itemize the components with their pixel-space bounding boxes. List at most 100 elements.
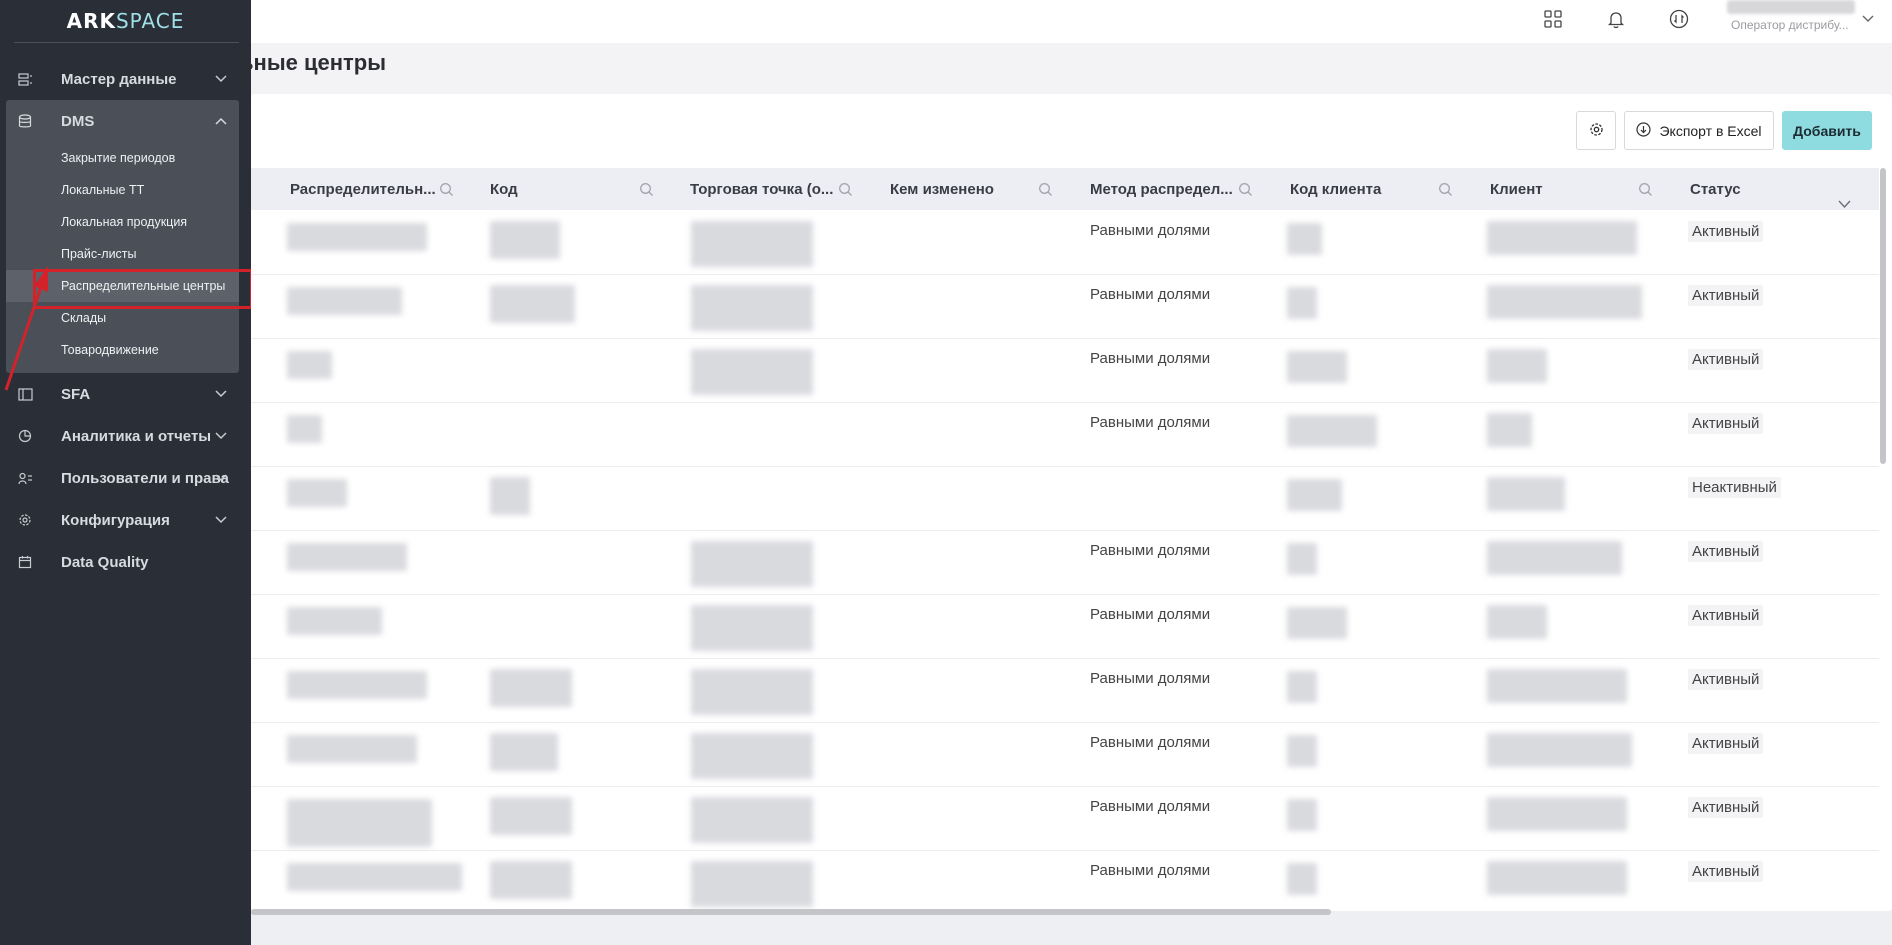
client-redacted <box>1487 861 1627 895</box>
distribution-center-redacted <box>287 735 417 763</box>
outlet-redacted <box>691 605 813 651</box>
column-header-status[interactable]: Статус <box>1690 168 1741 210</box>
sidebar-item-analytics[interactable]: Аналитика и отчеты <box>0 415 251 457</box>
gear-icon <box>17 512 33 528</box>
status-badge: Активный <box>1688 861 1764 882</box>
outlet-redacted <box>691 669 813 715</box>
table-row[interactable]: Равными долями Активный <box>251 339 1879 403</box>
search-icon[interactable] <box>1638 168 1653 210</box>
client-code-redacted <box>1287 415 1377 447</box>
page-bottom <box>251 911 1892 945</box>
column-header-label: Торговая точка (о... <box>690 180 834 198</box>
table-settings-button[interactable] <box>1576 111 1616 150</box>
vertical-scrollbar[interactable] <box>1880 168 1886 464</box>
column-header-label: Метод распредел... <box>1090 180 1233 198</box>
sidebar-item-configuration[interactable]: Конфигурация <box>0 499 251 541</box>
client-code-redacted <box>1287 863 1317 895</box>
database-icon <box>17 113 33 129</box>
sidebar-item-label: Пользователи и права <box>61 469 229 487</box>
distribution-center-redacted <box>287 415 322 443</box>
table-row[interactable]: Равными долями Активный <box>251 211 1879 275</box>
annotation-arrow-icon <box>4 266 48 391</box>
distribution-method-cell: Равными долями <box>1090 222 1211 239</box>
column-header-distribution-center[interactable]: Распределительн... <box>290 168 436 210</box>
column-header-changed-by[interactable]: Кем изменено <box>890 168 994 210</box>
distribution-method-cell: Равными долями <box>1090 670 1211 687</box>
sidebar-item-master-data[interactable]: Мастер данные <box>0 58 251 100</box>
chevron-down-icon <box>213 428 229 444</box>
chevron-down-icon <box>213 71 229 87</box>
search-icon[interactable] <box>1438 168 1453 210</box>
apps-grid-icon[interactable] <box>1542 8 1564 30</box>
status-badge: Активный <box>1688 669 1764 690</box>
table-row[interactable]: Равными долями Активный <box>251 531 1879 595</box>
submenu-item-local-outlets[interactable]: Локальные ТТ <box>6 174 239 206</box>
chevron-down-icon[interactable] <box>1862 10 1874 28</box>
sidebar-item-label: Конфигурация <box>61 511 170 529</box>
sidebar-item-dms[interactable]: DMS <box>6 100 239 142</box>
distribution-method-cell: Равными долями <box>1090 350 1211 367</box>
column-header-label: Кем изменено <box>890 180 994 198</box>
user-name-redacted[interactable] <box>1727 0 1855 14</box>
client-redacted <box>1487 413 1532 447</box>
app-logo[interactable]: ARK SPACE <box>0 0 251 42</box>
table-row[interactable]: Равными долями Активный <box>251 723 1879 787</box>
column-header-client-code[interactable]: Код клиента <box>1290 168 1381 210</box>
client-redacted <box>1487 221 1637 255</box>
table-row[interactable]: Равными долями Активный <box>251 275 1879 339</box>
logo-divider <box>14 42 239 43</box>
status-badge: Неактивный <box>1688 477 1781 498</box>
client-code-redacted <box>1287 799 1317 831</box>
client-redacted <box>1487 605 1547 639</box>
export-excel-button[interactable]: Экспорт в Excel <box>1624 111 1774 150</box>
search-icon[interactable] <box>439 168 454 210</box>
sync-icon[interactable] <box>1668 8 1690 30</box>
sidebar-item-users[interactable]: Пользователи и права <box>0 457 251 499</box>
client-code-redacted <box>1287 543 1317 575</box>
submenu-item-period-closing[interactable]: Закрытие периодов <box>6 142 239 174</box>
sidebar-item-data-quality[interactable]: Data Quality <box>0 541 251 583</box>
code-redacted <box>490 285 575 323</box>
outlet-redacted <box>691 221 813 267</box>
users-icon <box>17 470 33 486</box>
table-row[interactable]: Равными долями Активный <box>251 595 1879 659</box>
search-icon[interactable] <box>639 168 654 210</box>
client-code-redacted <box>1287 479 1342 511</box>
bell-icon[interactable] <box>1605 8 1627 30</box>
status-badge: Активный <box>1688 797 1764 818</box>
user-role[interactable]: Оператор дистрибу... <box>1731 18 1849 32</box>
download-icon <box>1636 121 1652 140</box>
code-redacted <box>490 669 572 707</box>
table-row[interactable]: Равными долями Активный <box>251 787 1879 851</box>
horizontal-scrollbar[interactable] <box>251 909 1331 915</box>
submenu-item-local-products[interactable]: Локальная продукция <box>6 206 239 238</box>
column-header-distribution-method[interactable]: Метод распредел... <box>1090 168 1233 210</box>
export-excel-label: Экспорт в Excel <box>1659 122 1762 139</box>
client-code-redacted <box>1287 607 1347 639</box>
client-redacted <box>1487 733 1632 767</box>
table-row[interactable]: Неактивный <box>251 467 1879 531</box>
client-code-redacted <box>1287 671 1317 703</box>
status-badge: Активный <box>1688 349 1764 370</box>
distribution-center-redacted <box>287 223 427 251</box>
column-header-label: Код клиента <box>1290 180 1382 198</box>
sidebar-item-label: Мастер данные <box>61 70 177 88</box>
table-row[interactable]: Равными долями Активный <box>251 659 1879 723</box>
search-icon[interactable] <box>1038 168 1053 210</box>
search-icon[interactable] <box>1238 168 1253 210</box>
search-icon[interactable] <box>838 168 853 210</box>
distribution-center-redacted <box>287 863 462 891</box>
table-row[interactable]: Равными долями Активный <box>251 403 1879 467</box>
distribution-method-cell: Равными долями <box>1090 414 1211 431</box>
table-row[interactable]: Равными долями Активный <box>251 851 1879 915</box>
client-redacted <box>1487 797 1627 831</box>
distribution-center-redacted <box>287 671 427 699</box>
chevron-down-icon <box>213 512 229 528</box>
add-button[interactable]: Добавить <box>1782 111 1872 150</box>
column-header-outlet[interactable]: Торговая точка (о... <box>690 168 833 210</box>
logo-text-ark: ARK <box>66 9 116 33</box>
analytics-icon <box>17 428 33 444</box>
column-header-client[interactable]: Клиент <box>1490 168 1543 210</box>
sidebar: ARK SPACE Мастер данные DMS Закрытие пери… <box>0 0 253 945</box>
column-header-code[interactable]: Код <box>490 168 518 210</box>
